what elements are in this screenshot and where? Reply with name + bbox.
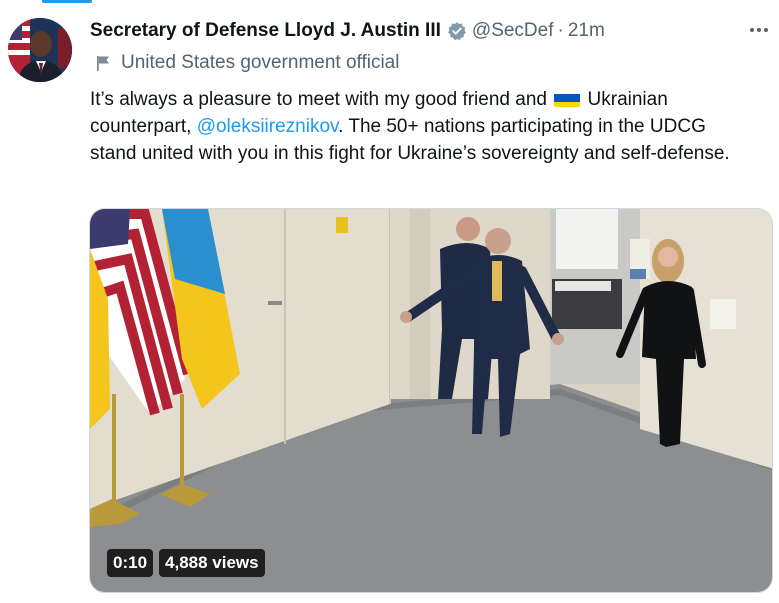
separator-dot: ·	[557, 20, 564, 41]
government-label[interactable]: United States government official	[95, 52, 399, 74]
video-views: 4,888 views	[159, 549, 265, 577]
avatar-image	[8, 18, 72, 82]
video-meta: 0:10 4,888 views	[107, 549, 265, 577]
verified-badge-icon	[447, 21, 467, 41]
video-duration: 0:10	[107, 549, 154, 577]
timestamp[interactable]: 21m	[568, 20, 605, 42]
more-options-icon[interactable]	[747, 20, 771, 40]
avatar[interactable]	[8, 18, 72, 82]
tweet-text: It’s always a pleasure to meet with my g…	[90, 86, 750, 167]
user-handle[interactable]: @SecDef	[472, 20, 554, 42]
top-indicator	[42, 0, 92, 3]
flag-icon	[97, 56, 109, 71]
video-frame	[90, 209, 772, 592]
display-name[interactable]: Secretary of Defense Lloyd J. Austin III	[90, 20, 441, 42]
ukraine-flag-emoji	[554, 91, 581, 107]
tweet-header: Secretary of Defense Lloyd J. Austin III…	[90, 18, 605, 44]
government-label-text: United States government official	[121, 52, 400, 73]
tweet-text-part1: It’s always a pleasure to meet with my g…	[90, 89, 547, 110]
tweet-card[interactable]: Secretary of Defense Lloyd J. Austin III…	[0, 0, 779, 603]
video-player[interactable]	[89, 208, 773, 593]
mention-link[interactable]: @oleksiireznikov	[197, 116, 338, 137]
